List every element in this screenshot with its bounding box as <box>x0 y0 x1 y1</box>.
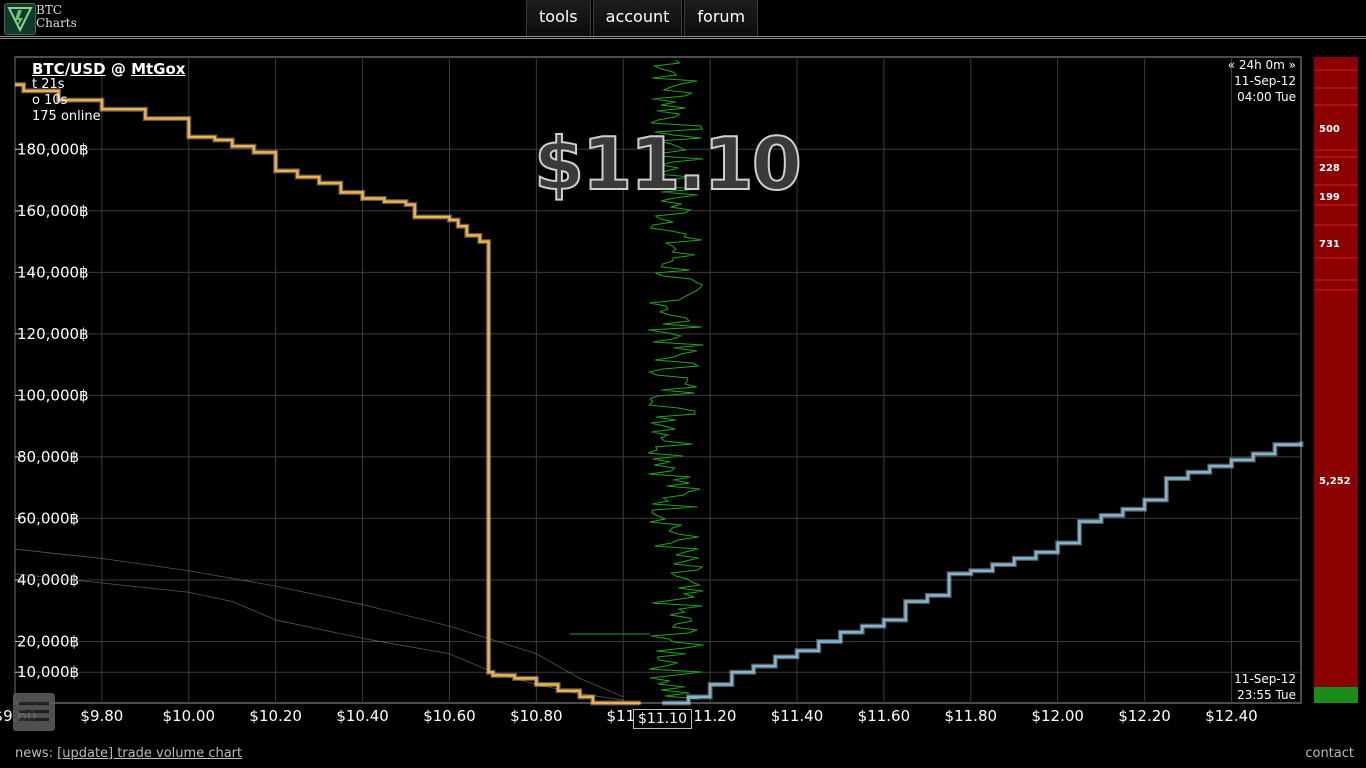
trade-age: t 21s <box>32 77 65 92</box>
x-tick-label: $10.60 <box>423 707 476 725</box>
x-tick-label: $10.40 <box>336 707 389 725</box>
at-sign: @ <box>105 60 132 78</box>
x-tick-label: $12.20 <box>1118 707 1171 725</box>
contact-link[interactable]: contact <box>1305 746 1354 761</box>
y-tick-label: 20,000฿ <box>17 632 79 650</box>
quote-currency-link[interactable]: USD <box>70 60 105 78</box>
orderbook-bar <box>1314 57 1358 687</box>
range-start-time: 04:00 Tue <box>1237 90 1296 104</box>
x-tick-label: $10.20 <box>249 707 302 725</box>
users-online: 175 online <box>32 109 101 124</box>
exchange-link[interactable]: MtGox <box>131 60 185 78</box>
base-currency-link[interactable]: BTC <box>32 60 65 78</box>
orderbook-label: 5,252 <box>1319 476 1351 487</box>
orderbook-label: 500 <box>1319 124 1340 135</box>
y-tick-label: 160,000฿ <box>17 202 89 220</box>
orderbook-label: 731 <box>1319 239 1340 250</box>
y-tick-label: 60,000฿ <box>17 509 79 527</box>
orderbook-label: 199 <box>1319 192 1340 203</box>
orderbook-age: o 10s <box>32 93 68 108</box>
depth-chart[interactable]: $9.60$9.80$10.00$10.20$10.40$10.60$10.80… <box>0 0 1366 768</box>
y-tick-label: 10,000฿ <box>17 663 79 681</box>
y-tick-label: 100,000฿ <box>17 386 89 404</box>
x-tick-label: $12.00 <box>1031 707 1084 725</box>
x-tick-label: $9.80 <box>80 707 123 725</box>
y-tick-label: 80,000฿ <box>17 448 79 466</box>
x-tick-label: $11.40 <box>771 707 824 725</box>
range-end: 11-Sep-12 23:55 Tue <box>1234 671 1296 703</box>
range-start-date: 11-Sep-12 <box>1234 74 1296 88</box>
orderbook-bid-bar <box>1314 687 1358 703</box>
range-end-date: 11-Sep-12 <box>1234 672 1296 686</box>
news-bar: news: [update] trade volume chart <box>15 746 242 761</box>
market-info: BTC/USD @ MtGox t 21s o 10s 175 online <box>32 61 185 125</box>
current-price-marker: $11.10 <box>633 709 692 729</box>
news-prefix: news: <box>15 746 58 761</box>
y-tick-label: 120,000฿ <box>17 325 89 343</box>
range-end-time: 23:55 Tue <box>1237 688 1296 702</box>
y-tick-label: 180,000฿ <box>17 140 89 158</box>
x-tick-label: $11.60 <box>858 707 911 725</box>
x-tick-label: $11.80 <box>945 707 998 725</box>
x-tick-label: $10.80 <box>510 707 563 725</box>
orderbook-label: 228 <box>1319 163 1340 174</box>
settings-icon[interactable] <box>13 693 55 731</box>
time-span-toggle[interactable]: « 24h 0m » <box>1228 57 1296 73</box>
last-price: $11.10 <box>533 121 803 207</box>
x-tick-label: $12.40 <box>1205 707 1258 725</box>
news-link[interactable]: [update] trade volume chart <box>57 746 242 761</box>
market-pair: BTC/USD @ MtGox <box>32 61 185 77</box>
y-tick-label: 140,000฿ <box>17 263 89 281</box>
time-range: « 24h 0m » 11-Sep-12 04:00 Tue <box>1228 57 1296 105</box>
x-tick-label: $10.00 <box>163 707 216 725</box>
